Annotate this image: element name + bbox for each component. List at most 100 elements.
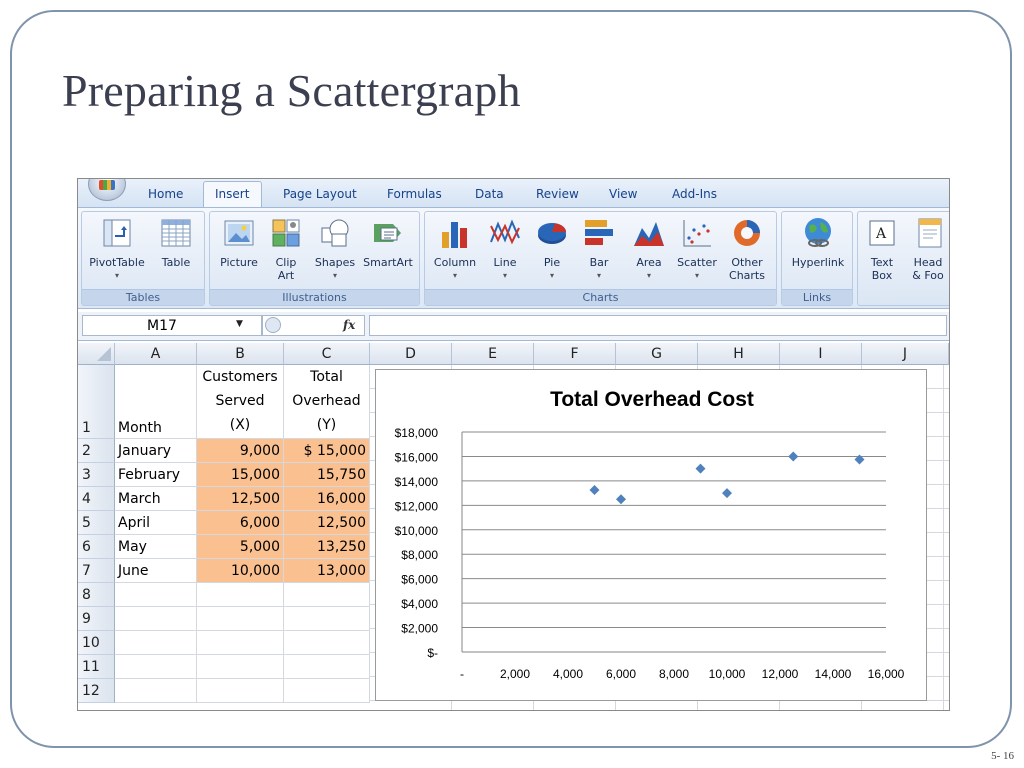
row-header-4[interactable]: 4 <box>78 487 115 511</box>
cell-overhead[interactable]: 12,500 <box>284 511 370 535</box>
data-point[interactable] <box>589 485 600 496</box>
cell-month[interactable]: January <box>115 439 197 463</box>
cell-customers[interactable]: 9,000 <box>197 439 284 463</box>
scatter-chart-button[interactable]: Scatter ▾ <box>673 216 721 282</box>
column-header-j[interactable]: J <box>862 343 949 365</box>
column-header-g[interactable]: G <box>616 343 698 365</box>
column-header-c[interactable]: C <box>284 343 370 365</box>
slide-number: 5- 16 <box>991 750 1014 762</box>
row-header-8[interactable]: 8 <box>78 583 115 607</box>
row-header-9[interactable]: 9 <box>78 607 115 631</box>
empty-cell[interactable] <box>284 679 370 703</box>
column-header-h[interactable]: H <box>698 343 780 365</box>
column-header-b[interactable]: B <box>197 343 284 365</box>
cell-customers[interactable]: 6,000 <box>197 511 284 535</box>
row-header-5[interactable]: 5 <box>78 511 115 535</box>
empty-cell[interactable] <box>197 631 284 655</box>
insert-function-button[interactable]: fx <box>343 318 355 332</box>
empty-cell[interactable] <box>115 583 197 607</box>
empty-cell[interactable] <box>197 583 284 607</box>
cell-overhead[interactable]: 16,000 <box>284 487 370 511</box>
data-point[interactable] <box>722 488 732 499</box>
empty-cell[interactable] <box>197 679 284 703</box>
textbox-icon: A <box>869 220 895 246</box>
cell-month[interactable]: June <box>115 559 197 583</box>
picture-button[interactable]: Picture <box>214 216 264 269</box>
data-point[interactable] <box>616 494 626 505</box>
pie-label: Pie <box>543 256 561 269</box>
row-header-2[interactable]: 2 <box>78 439 115 463</box>
cell-overhead[interactable]: 15,750 <box>284 463 370 487</box>
cell-customers[interactable]: 12,500 <box>197 487 284 511</box>
scatter-chart[interactable]: Total Overhead Cost $- $2,000 $4,000 $6,000… <box>375 369 927 701</box>
cell-month[interactable]: March <box>115 487 197 511</box>
bar-chart-button[interactable]: Bar ▾ <box>577 216 621 282</box>
name-box[interactable]: M17 <box>82 315 262 336</box>
empty-cell[interactable] <box>284 583 370 607</box>
smartart-button[interactable]: SmartArt <box>360 216 416 269</box>
pie-chart-button[interactable]: Pie ▾ <box>529 216 575 282</box>
row-header-6[interactable]: 6 <box>78 535 115 559</box>
tab-page-layout[interactable]: Page Layout <box>283 187 357 201</box>
row-header-11[interactable]: 11 <box>78 655 115 679</box>
clipart-button[interactable]: Clip Art <box>266 216 306 282</box>
other-charts-button[interactable]: Other Charts <box>721 216 773 282</box>
data-point[interactable] <box>788 451 799 462</box>
column-header-a[interactable]: A <box>115 343 197 365</box>
empty-cell[interactable] <box>284 655 370 679</box>
tab-view[interactable]: View <box>609 187 637 201</box>
tab-add-ins[interactable]: Add-Ins <box>672 187 717 201</box>
cell-customers[interactable]: 5,000 <box>197 535 284 559</box>
office-button[interactable] <box>88 179 126 201</box>
cell-month[interactable]: May <box>115 535 197 559</box>
empty-cell[interactable] <box>115 679 197 703</box>
column-header-f[interactable]: F <box>534 343 616 365</box>
empty-cell[interactable] <box>115 655 197 679</box>
shapes-button[interactable]: Shapes ▾ <box>310 216 360 282</box>
empty-cell[interactable] <box>197 655 284 679</box>
name-box-dropdown-icon[interactable]: ▼ <box>236 319 243 329</box>
pivottable-button[interactable]: PivotTable ▾ <box>88 216 146 282</box>
empty-cell[interactable] <box>197 607 284 631</box>
tab-data[interactable]: Data <box>475 187 504 201</box>
cell-customers[interactable]: 10,000 <box>197 559 284 583</box>
cell-month[interactable]: February <box>115 463 197 487</box>
row-header-7[interactable]: 7 <box>78 559 115 583</box>
textbox-button[interactable]: A Text Box <box>862 216 902 282</box>
table-label: Table <box>161 256 191 269</box>
cell-month[interactable]: April <box>115 511 197 535</box>
data-point[interactable] <box>695 463 706 474</box>
cell-overhead[interactable]: $ 15,000 <box>284 439 370 463</box>
cell-overhead[interactable]: 13,250 <box>284 535 370 559</box>
expand-circle-icon[interactable] <box>265 317 281 333</box>
tab-home[interactable]: Home <box>148 187 183 201</box>
hyperlink-button[interactable]: Hyperlink <box>786 216 850 269</box>
column-chart-button[interactable]: Column ▾ <box>429 216 481 282</box>
empty-cell[interactable] <box>115 607 197 631</box>
tab-insert[interactable]: Insert <box>215 187 249 201</box>
table-button[interactable]: Table <box>152 216 200 269</box>
cell-b1[interactable]: Customers Served (X) <box>197 365 284 439</box>
empty-cell[interactable] <box>284 631 370 655</box>
row-header-10[interactable]: 10 <box>78 631 115 655</box>
empty-cell[interactable] <box>284 607 370 631</box>
tab-review[interactable]: Review <box>536 187 579 201</box>
formula-input[interactable] <box>369 315 947 336</box>
line-chart-button[interactable]: Line ▾ <box>483 216 527 282</box>
row-header-12[interactable]: 12 <box>78 679 115 703</box>
x-tick-label: 4,000 <box>553 667 583 681</box>
header-footer-button[interactable]: Head & Foo <box>904 216 949 282</box>
column-header-d[interactable]: D <box>370 343 452 365</box>
row-header-3[interactable]: 3 <box>78 463 115 487</box>
tab-formulas[interactable]: Formulas <box>387 187 442 201</box>
select-all-corner[interactable] <box>78 343 115 365</box>
column-header-e[interactable]: E <box>452 343 534 365</box>
area-chart-button[interactable]: Area ▾ <box>625 216 673 282</box>
empty-cell[interactable] <box>115 631 197 655</box>
cell-overhead[interactable]: 13,000 <box>284 559 370 583</box>
row-header-1[interactable]: 1 <box>78 365 115 439</box>
cell-customers[interactable]: 15,000 <box>197 463 284 487</box>
cell-c1[interactable]: Total Overhead (Y) <box>284 365 370 439</box>
cell-a1[interactable]: Month <box>115 365 197 439</box>
column-header-i[interactable]: I <box>780 343 862 365</box>
